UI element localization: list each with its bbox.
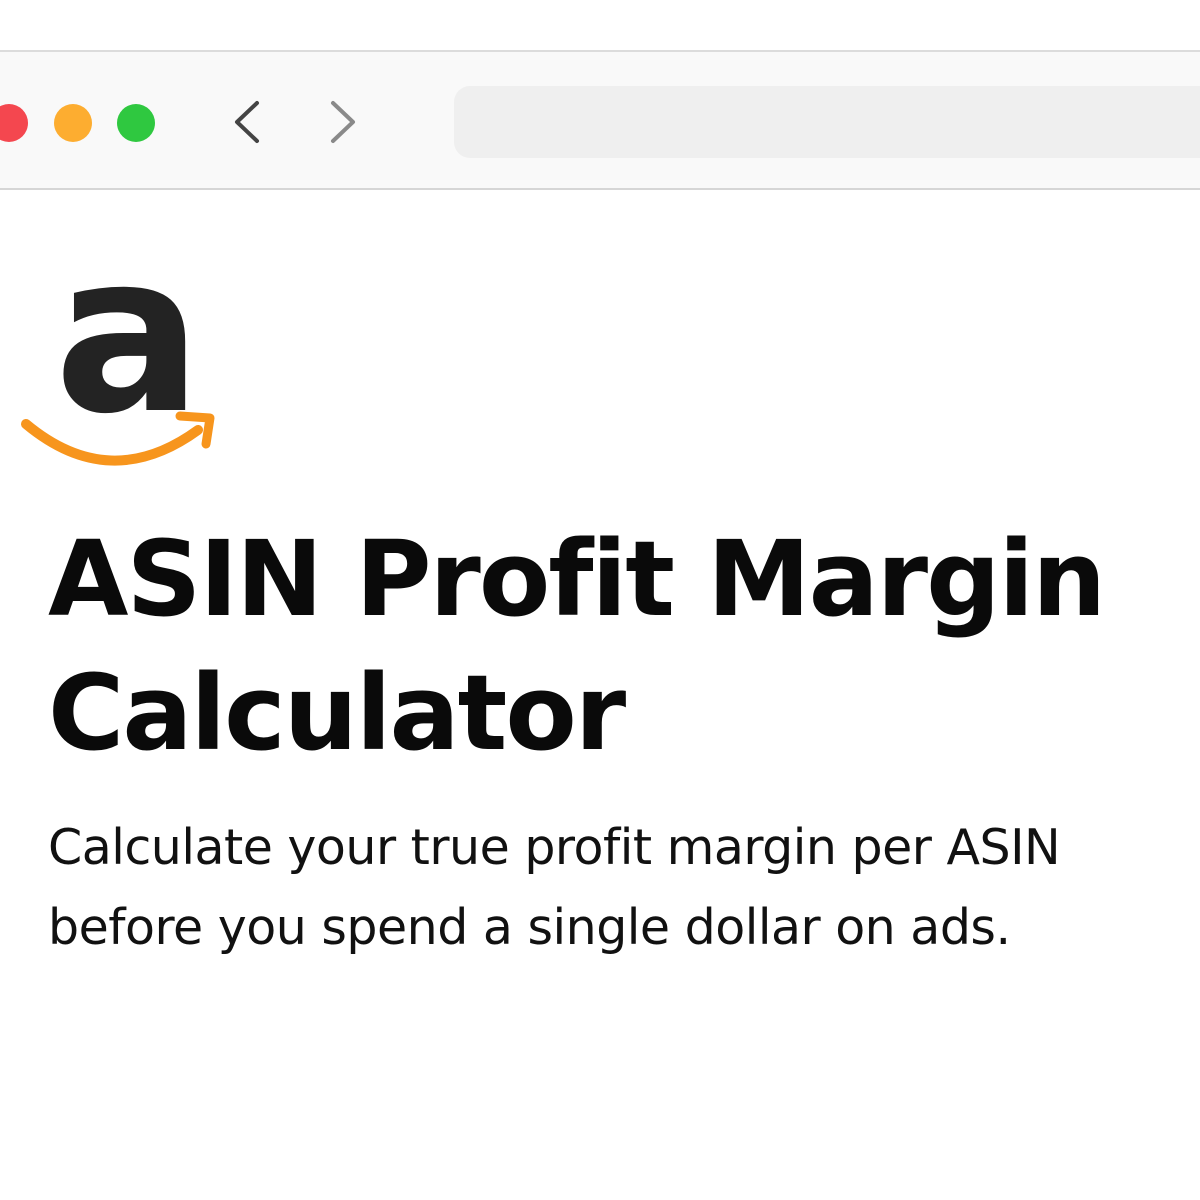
- maximize-window-button[interactable]: [117, 104, 155, 142]
- chevron-right-icon: [331, 101, 355, 143]
- page-subtitle: Calculate your true profit margin per AS…: [48, 819, 1061, 956]
- page-title: ASIN Profit Margin Calculator: [48, 518, 1106, 774]
- amazon-logo: a: [20, 224, 220, 473]
- back-button[interactable]: [226, 96, 266, 148]
- minimize-window-button[interactable]: [54, 104, 92, 142]
- smile-arrow-icon: [21, 411, 215, 466]
- address-bar[interactable]: [454, 86, 1200, 158]
- browser-toolbar: [0, 50, 1200, 190]
- close-window-button[interactable]: [0, 104, 28, 142]
- forward-button[interactable]: [324, 96, 364, 148]
- page: a ASIN Profit Margin Calculator Calculat…: [0, 0, 1200, 1200]
- chevron-left-icon: [235, 101, 259, 143]
